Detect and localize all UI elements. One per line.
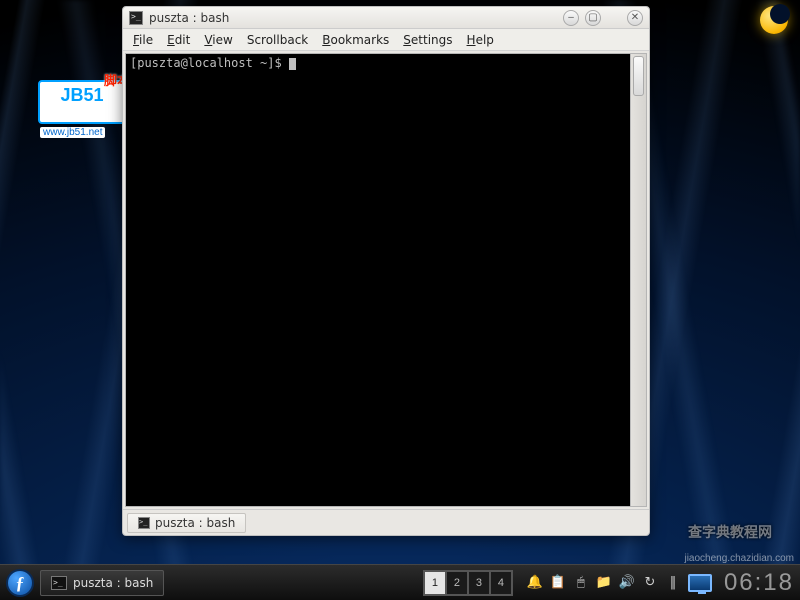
terminal-icon — [129, 11, 143, 25]
tab-label: puszta : bash — [155, 516, 235, 530]
desktop-pager: 1 2 3 4 — [423, 570, 513, 596]
menu-help[interactable]: Help — [467, 33, 494, 47]
tab-session-1[interactable]: puszta : bash — [127, 513, 246, 533]
pager-desktop-2[interactable]: 2 — [446, 571, 468, 595]
menu-settings[interactable]: Settings — [403, 33, 452, 47]
menu-bar: File Edit View Scrollback Bookmarks Sett… — [123, 29, 649, 51]
minimize-button[interactable]: – — [563, 10, 579, 26]
display-applet-icon[interactable] — [688, 574, 712, 592]
shell-prompt: [puszta@localhost ~]$ — [130, 56, 289, 70]
knotify-icon[interactable]: 🔔 — [527, 575, 543, 591]
close-button[interactable]: ✕ — [627, 10, 643, 26]
volume-icon[interactable]: 🔊 — [619, 575, 635, 591]
terminal-scrollbar[interactable] — [630, 54, 646, 506]
menu-file[interactable]: File — [133, 33, 153, 47]
chazidian-watermark-cn: 查字典教程网 — [688, 522, 772, 542]
jb51-logo-url: www.jb51.net — [40, 127, 105, 138]
moon-icon — [760, 6, 788, 34]
menu-edit[interactable]: Edit — [167, 33, 190, 47]
terminal-content[interactable]: [puszta@localhost ~]$ — [126, 54, 630, 506]
menu-bookmarks[interactable]: Bookmarks — [322, 33, 389, 47]
konsole-window: puszta : bash – ▢ ✕ File Edit View Scrol… — [122, 6, 650, 536]
terminal-icon — [51, 576, 67, 590]
terminal-viewport: [puszta@localhost ~]$ — [125, 53, 647, 507]
pager-desktop-1[interactable]: 1 — [424, 571, 446, 595]
tab-strip: puszta : bash — [123, 509, 649, 535]
kde-taskbar: puszta : bash 1 2 3 4 🔔 📋 🖱 📁 🔊 ↻ ‖ 06:1… — [0, 564, 800, 600]
updates-icon[interactable]: ↻ — [642, 575, 658, 591]
chazidian-watermark-url: jiaocheng.chazidian.com — [684, 553, 794, 564]
scrollbar-thumb[interactable] — [633, 56, 644, 96]
window-titlebar[interactable]: puszta : bash – ▢ ✕ — [123, 7, 649, 29]
taskbar-entry-label: puszta : bash — [73, 576, 153, 590]
kde-kickoff-launcher[interactable] — [6, 569, 34, 597]
terminal-icon — [138, 517, 150, 529]
window-title: puszta : bash — [149, 11, 557, 25]
separator-icon: ‖ — [665, 575, 681, 591]
jb51-watermark: JB51 脚本之家 www.jb51.net — [38, 80, 126, 124]
pager-desktop-3[interactable]: 3 — [468, 571, 490, 595]
titlebar-spacer — [607, 10, 621, 26]
text-cursor — [289, 58, 296, 70]
menu-view[interactable]: View — [204, 33, 232, 47]
klipper-icon[interactable]: 📋 — [550, 575, 566, 591]
device-icon[interactable]: 🖱 — [573, 575, 589, 591]
taskbar-entry-konsole[interactable]: puszta : bash — [40, 570, 164, 596]
folder-icon[interactable]: 📁 — [596, 575, 612, 591]
clock[interactable]: 06:18 — [724, 571, 794, 595]
system-tray: 🔔 📋 🖱 📁 🔊 ↻ ‖ — [527, 574, 712, 592]
maximize-button[interactable]: ▢ — [585, 10, 601, 26]
pager-desktop-4[interactable]: 4 — [490, 571, 512, 595]
menu-scrollback[interactable]: Scrollback — [247, 33, 308, 47]
